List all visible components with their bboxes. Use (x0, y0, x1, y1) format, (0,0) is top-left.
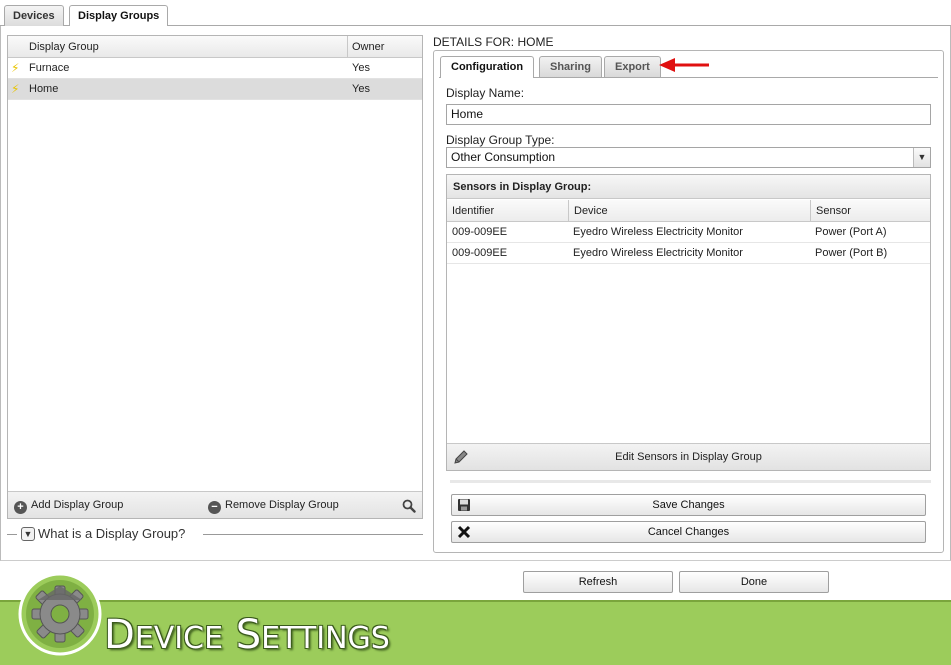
divider (7, 534, 17, 535)
minus-circle-icon: − (208, 501, 221, 514)
help-toggle-label[interactable]: ▼ What is a Display Group? (21, 525, 185, 543)
column-header-sensor[interactable]: Sensor (810, 200, 930, 222)
group-name: Furnace (29, 62, 70, 74)
add-display-group-button[interactable]: + Add Display Group (14, 497, 124, 514)
edit-sensors-button[interactable]: Edit Sensors in Display Group (447, 443, 930, 470)
sensors-title: Sensors in Display Group: (447, 175, 930, 199)
column-header-device[interactable]: Device (568, 200, 810, 222)
sensor-port: Power (Port B) (815, 247, 888, 259)
tab-devices[interactable]: Devices (4, 5, 64, 26)
grid-header: Display Group Owner (8, 36, 422, 58)
save-changes-label: Save Changes (652, 499, 725, 511)
group-type-select[interactable]: Other Consumption ▼ (446, 147, 931, 168)
banner-title-text: DEVICE SETTINGS (104, 612, 390, 658)
tab-sharing[interactable]: Sharing (539, 56, 602, 77)
grid-footer: + Add Display Group − Remove Display Group (8, 491, 422, 518)
search-icon[interactable] (402, 498, 416, 514)
device-settings-banner: DEVICE SETTINGS (0, 600, 951, 665)
group-type-value: Other Consumption (451, 150, 556, 164)
group-type-label: Display Group Type: (446, 133, 555, 147)
done-button[interactable]: Done (679, 571, 829, 593)
floppy-disk-icon (458, 499, 470, 511)
chevron-down-icon: ▼ (21, 527, 35, 541)
help-toggle-text: What is a Display Group? (38, 526, 186, 541)
sensors-grid-header: Identifier Device Sensor (447, 200, 930, 222)
sensor-device: Eyedro Wireless Electricity Monitor (573, 226, 743, 238)
table-row[interactable]: 009-009EE Eyedro Wireless Electricity Mo… (447, 222, 930, 243)
help-toggle[interactable]: ▼ What is a Display Group? (7, 525, 423, 543)
column-header-owner[interactable]: Owner (352, 36, 384, 58)
tab-export[interactable]: Export (604, 56, 661, 77)
save-changes-button[interactable]: Save Changes (451, 494, 926, 516)
lightning-icon: ⚡ (11, 61, 20, 75)
plus-circle-icon: + (14, 501, 27, 514)
gear-logo-icon (18, 572, 102, 656)
close-icon (457, 525, 471, 539)
sensors-grid: Sensors in Display Group: Identifier Dev… (446, 174, 931, 471)
group-owner: Yes (352, 62, 370, 74)
table-row[interactable]: 009-009EE Eyedro Wireless Electricity Mo… (447, 243, 930, 264)
top-tab-bar: Devices Display Groups (0, 0, 951, 27)
table-row[interactable]: ⚡ Furnace Yes (8, 58, 422, 79)
display-name-input[interactable]: Home (446, 104, 931, 125)
add-display-group-label: Add Display Group (31, 499, 124, 511)
refresh-button[interactable]: Refresh (523, 571, 673, 593)
banner-title: DEVICE SETTINGS (104, 612, 390, 658)
remove-display-group-button[interactable]: − Remove Display Group (208, 497, 339, 514)
display-groups-grid: Display Group Owner ⚡ Furnace Yes ⚡ Home… (7, 35, 423, 519)
divider (203, 534, 423, 535)
group-name: Home (29, 83, 59, 95)
tab-configuration[interactable]: Configuration (440, 56, 535, 78)
red-arrow-annotation (659, 58, 709, 72)
cancel-changes-button[interactable]: Cancel Changes (451, 521, 926, 543)
display-name-label: Display Name: (446, 86, 525, 100)
column-header-display-group[interactable]: Display Group (29, 36, 99, 58)
sensor-device: Eyedro Wireless Electricity Monitor (573, 247, 743, 259)
group-owner: Yes (352, 83, 370, 95)
chevron-down-icon[interactable]: ▼ (913, 148, 930, 167)
divider (450, 480, 931, 483)
tab-display-groups[interactable]: Display Groups (69, 5, 169, 27)
sensor-identifier: 009-009EE (452, 226, 508, 238)
edit-sensors-label: Edit Sensors in Display Group (615, 451, 762, 463)
details-title: DETAILS FOR: HOME (433, 35, 554, 49)
remove-display-group-label: Remove Display Group (225, 499, 339, 511)
pencil-icon (454, 450, 468, 464)
sensor-identifier: 009-009EE (452, 247, 508, 259)
sensor-port: Power (Port A) (815, 226, 887, 238)
column-divider (347, 36, 348, 58)
cancel-changes-label: Cancel Changes (647, 526, 730, 538)
table-row[interactable]: ⚡ Home Yes (8, 79, 422, 100)
column-header-identifier[interactable]: Identifier (447, 200, 568, 222)
lightning-icon: ⚡ (11, 82, 20, 96)
